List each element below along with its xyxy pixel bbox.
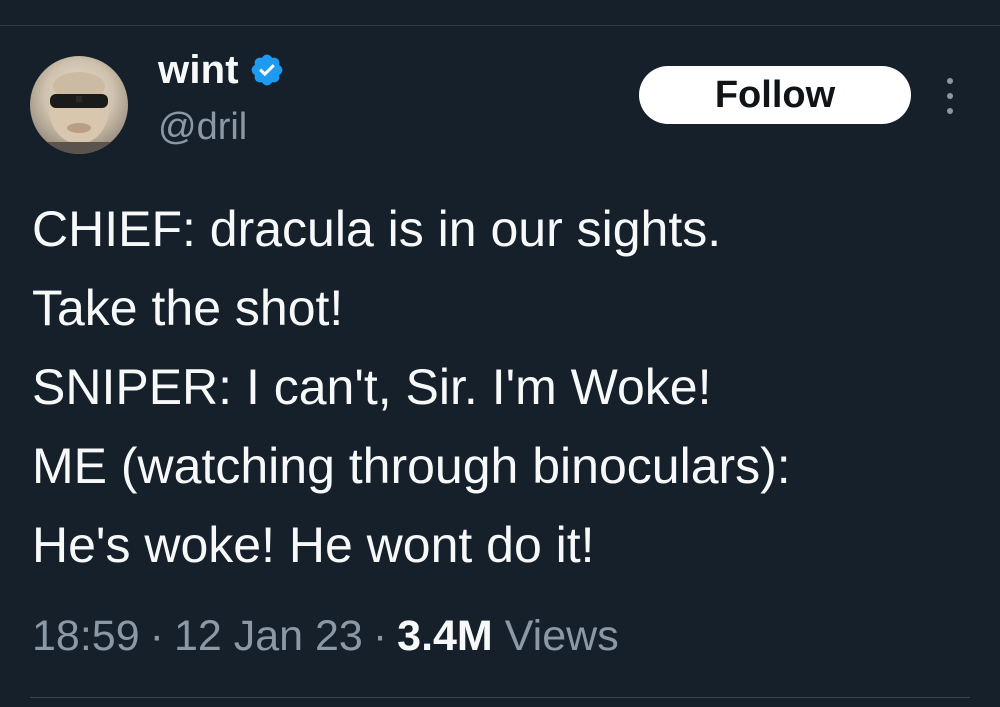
more-dot (947, 108, 953, 114)
top-divider (0, 25, 1000, 26)
more-options-icon[interactable] (938, 78, 962, 114)
tweet-date[interactable]: 12 Jan 23 (174, 612, 363, 661)
tweet-time[interactable]: 18:59 (32, 612, 140, 661)
tweet-line: CHIEF: dracula is in our sights. (32, 201, 722, 257)
tweet-meta: 18:59 · 12 Jan 23 · 3.4M Views (32, 612, 619, 661)
avatar-photo-icon (30, 72, 128, 154)
author-display-name[interactable]: wint (158, 48, 239, 93)
meta-separator: · (149, 612, 164, 660)
author-name-row: wint (158, 44, 285, 96)
author-handle[interactable]: @dril (158, 106, 247, 149)
follow-button[interactable]: Follow (639, 66, 911, 124)
meta-separator: · (372, 612, 388, 660)
tweet-line: Take the shot! (32, 280, 344, 336)
tweet-line: He's woke! He wont do it! (32, 517, 595, 573)
views-label[interactable]: Views (505, 612, 619, 661)
tweet-text: CHIEF: dracula is in our sights. Take th… (32, 190, 982, 585)
more-dot (947, 78, 953, 84)
verified-badge-icon (249, 52, 285, 88)
views-count[interactable]: 3.4M (397, 612, 493, 661)
avatar[interactable] (30, 56, 128, 154)
bottom-divider (30, 697, 970, 698)
tweet-line: ME (watching through binoculars): (32, 438, 791, 494)
tweet-line: SNIPER: I can't, Sir. I'm Woke! (32, 359, 712, 415)
more-dot (947, 93, 953, 99)
